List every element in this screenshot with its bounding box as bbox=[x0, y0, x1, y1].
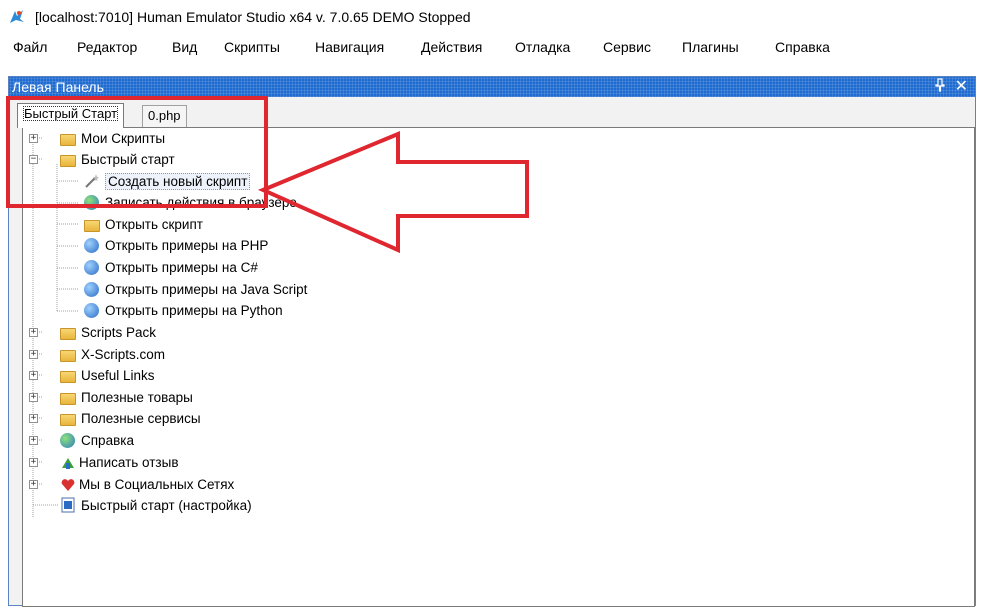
tree-item-examples-php[interactable]: Открыть примеры на PHP bbox=[84, 235, 268, 255]
tree-item-useful-services[interactable]: Полезные сервисы bbox=[60, 408, 201, 428]
globe-icon bbox=[84, 302, 101, 319]
heart-icon bbox=[60, 477, 75, 492]
close-icon[interactable]: ✕ bbox=[955, 76, 968, 96]
expand-toggle[interactable]: + bbox=[29, 458, 38, 467]
tree-item-label: Полезные сервисы bbox=[81, 410, 201, 426]
folder-icon bbox=[60, 367, 77, 384]
menu-scripts[interactable]: Скрипты bbox=[224, 39, 280, 55]
pin-icon[interactable] bbox=[935, 78, 945, 95]
expand-toggle[interactable]: + bbox=[29, 393, 38, 402]
feedback-icon bbox=[60, 455, 75, 470]
globe-icon bbox=[84, 237, 101, 254]
tree-item-examples-javascript[interactable]: Открыть примеры на Java Script bbox=[84, 279, 307, 299]
tree-item-scripts-pack[interactable]: Scripts Pack bbox=[60, 322, 156, 342]
folder-icon bbox=[60, 410, 77, 427]
tab-quick-start[interactable]: Быстрый Старт bbox=[17, 103, 125, 128]
tree-item-social-networks[interactable]: Мы в Социальных Сетях bbox=[60, 474, 234, 494]
tree-item-label: X-Scripts.com bbox=[81, 346, 166, 362]
menu-help[interactable]: Справка bbox=[775, 39, 830, 55]
tree-item-label: Открыть примеры на PHP bbox=[105, 237, 269, 253]
tree-item-label: Полезные товары bbox=[81, 389, 193, 405]
tree-item-useful-links[interactable]: Useful Links bbox=[60, 365, 155, 385]
menu-service[interactable]: Сервис bbox=[603, 39, 651, 55]
tab-quick-start-label: Быстрый Старт bbox=[23, 106, 119, 121]
expand-toggle[interactable]: + bbox=[29, 480, 38, 489]
expand-toggle[interactable]: + bbox=[29, 350, 38, 359]
app-logo-icon bbox=[7, 7, 27, 27]
menu-navigation[interactable]: Навигация bbox=[315, 39, 384, 55]
tree-item-label: Мы в Социальных Сетях bbox=[79, 476, 235, 492]
globe-icon bbox=[84, 281, 101, 298]
menu-view[interactable]: Вид bbox=[172, 39, 197, 55]
globe-icon bbox=[84, 259, 101, 276]
tree-item-label: Справка bbox=[81, 432, 134, 448]
window-title: [localhost:7010] Human Emulator Studio x… bbox=[35, 9, 471, 25]
tree-item-label: Scripts Pack bbox=[81, 324, 157, 340]
menu-plugins[interactable]: Плагины bbox=[682, 39, 739, 55]
tree-item-x-scripts[interactable]: X-Scripts.com bbox=[60, 344, 165, 364]
tree-item-help[interactable]: Справка bbox=[60, 430, 134, 450]
menu-file[interactable]: Файл bbox=[13, 39, 47, 55]
tree-item-label: Открыть примеры на Python bbox=[105, 302, 283, 318]
tree-item-useful-goods[interactable]: Полезные товары bbox=[60, 387, 193, 407]
expand-toggle[interactable]: + bbox=[29, 436, 38, 445]
menu-actions[interactable]: Действия bbox=[421, 39, 482, 55]
globe-icon bbox=[60, 432, 77, 449]
expand-toggle[interactable]: + bbox=[29, 371, 38, 380]
tree-item-examples-csharp[interactable]: Открыть примеры на C# bbox=[84, 257, 258, 277]
expand-toggle[interactable]: + bbox=[29, 328, 38, 337]
menu-debug[interactable]: Отладка bbox=[515, 39, 570, 55]
title-bar: [localhost:7010] Human Emulator Studio x… bbox=[0, 0, 983, 34]
tree-item-examples-python[interactable]: Открыть примеры на Python bbox=[84, 300, 283, 320]
tree-item-label: Открыть примеры на Java Script bbox=[105, 281, 308, 297]
tree-item-quick-start-settings[interactable]: Быстрый старт (настройка) bbox=[60, 495, 252, 515]
menu-editor[interactable]: Редактор bbox=[77, 39, 137, 55]
tree-item-label: Написать отзыв bbox=[79, 454, 179, 470]
document-icon bbox=[60, 497, 77, 514]
tree-item-open-script[interactable]: Открыть скрипт bbox=[84, 214, 203, 234]
expand-toggle[interactable]: + bbox=[29, 414, 38, 423]
folder-icon bbox=[60, 389, 77, 406]
tree-item-label: Useful Links bbox=[81, 367, 155, 383]
folder-icon bbox=[60, 324, 77, 341]
tree-item-label: Открыть примеры на C# bbox=[105, 259, 258, 275]
panel-header: Левая Панель ✕ bbox=[9, 77, 975, 97]
panel-title: Левая Панель bbox=[12, 79, 104, 95]
menu-bar: Файл Редактор Вид Скрипты Навигация Дейс… bbox=[0, 34, 983, 62]
tree-item-label: Быстрый старт (настройка) bbox=[81, 497, 252, 513]
tree-item-write-review[interactable]: Написать отзыв bbox=[60, 452, 179, 472]
folder-icon bbox=[60, 346, 77, 363]
folder-icon bbox=[84, 216, 101, 233]
tree-item-label: Открыть скрипт bbox=[105, 216, 203, 232]
